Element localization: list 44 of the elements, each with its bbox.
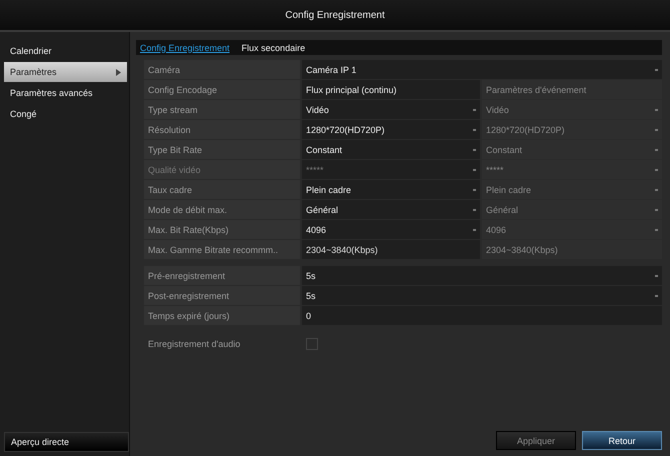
field-label: Pré-enregistrement [144, 266, 300, 285]
live-view-button[interactable]: Aperçu directe [4, 432, 129, 452]
back-button[interactable]: Retour [582, 431, 662, 450]
column-header: Flux principal (continu) [302, 80, 480, 99]
sidebar-item[interactable]: Paramètres avancés [4, 83, 127, 103]
window-title: Config Enregistrement [285, 10, 385, 20]
camera-dropdown[interactable]: Caméra IP 1 [302, 60, 662, 79]
field-label: Type stream [144, 100, 300, 119]
field-label: Caméra [144, 60, 300, 79]
field-label: Post-enregistrement [144, 286, 300, 305]
checkbox[interactable] [306, 338, 318, 350]
field-label: Qualité vidéo [144, 160, 300, 179]
dropdown[interactable]: Général [302, 200, 480, 219]
value-text: 2304~3840(Kbps) [302, 240, 480, 259]
field-label: Max. Gamme Bitrate recommm.. [144, 240, 300, 259]
field-label: Max. Bit Rate(Kbps) [144, 220, 300, 239]
dropdown[interactable]: Vidéo [302, 100, 480, 119]
dropdown[interactable]: 5s [302, 266, 662, 285]
tab[interactable]: Flux secondaire [242, 42, 306, 52]
dropdown[interactable]: Vidéo [482, 100, 662, 119]
field-label: Mode de débit max. [144, 200, 300, 219]
sidebar-item[interactable]: Paramètres [4, 62, 127, 82]
field-label: Type Bit Rate [144, 140, 300, 159]
tab[interactable]: Config Enregistrement [140, 42, 230, 52]
dropdown[interactable]: Général [482, 200, 662, 219]
dropdown[interactable]: 1280*720(HD720P) [482, 120, 662, 139]
dropdown[interactable]: 4096 [302, 220, 480, 239]
value-text: 2304~3840(Kbps) [482, 240, 662, 259]
column-header: Paramètres d'événement [482, 80, 662, 99]
field-label: Résolution [144, 120, 300, 139]
field-label: Taux cadre [144, 180, 300, 199]
sidebar-item[interactable]: Congé [4, 104, 127, 124]
field-label: Enregistrement d'audio [147, 338, 242, 351]
input-field[interactable]: 0 [302, 306, 662, 325]
dropdown[interactable]: 5s [302, 286, 662, 305]
dropdown[interactable]: Constant [482, 140, 662, 159]
dropdown[interactable]: 1280*720(HD720P) [302, 120, 480, 139]
dropdown[interactable]: Plein cadre [302, 180, 480, 199]
dropdown[interactable]: Plein cadre [482, 180, 662, 199]
dropdown[interactable]: Constant [302, 140, 480, 159]
field-label: Temps expiré (jours) [144, 306, 300, 325]
sidebar-item[interactable]: Calendrier [4, 41, 127, 61]
field-label: Config Encodage [144, 80, 300, 99]
dropdown[interactable]: 4096 [482, 220, 662, 239]
